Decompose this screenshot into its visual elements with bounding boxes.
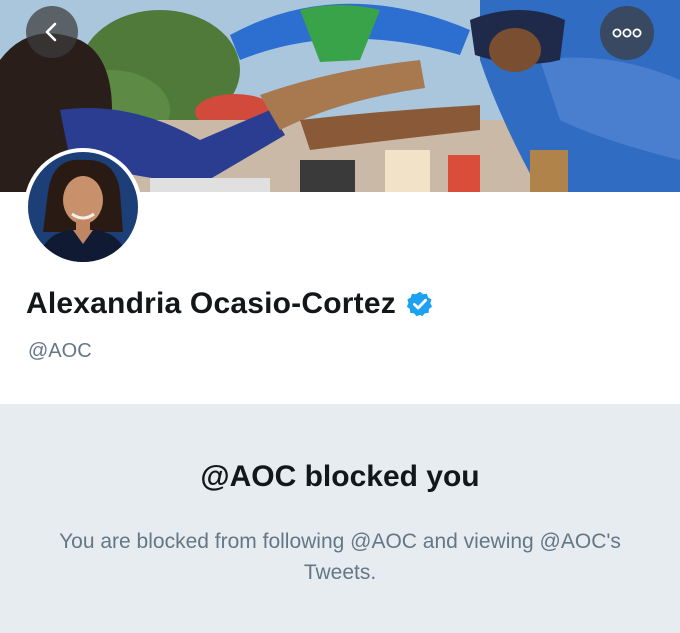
profile-handle: @AOC <box>28 340 92 362</box>
verified-badge-icon <box>406 291 432 317</box>
more-options-button[interactable] <box>600 6 654 60</box>
avatar-frame[interactable] <box>24 148 142 266</box>
blocked-message: You are blocked from following @AOC and … <box>59 530 621 584</box>
profile-name-row: Alexandria Ocasio-Cortez <box>26 287 434 321</box>
more-dots-icon <box>612 28 642 38</box>
back-button[interactable] <box>26 6 78 58</box>
blocked-notice-panel <box>0 404 680 633</box>
blocked-title: @AOC blocked you <box>200 460 480 493</box>
chevron-left-icon <box>45 22 57 42</box>
avatar[interactable] <box>28 152 138 262</box>
display-name: Alexandria Ocasio-Cortez <box>26 287 396 320</box>
avatar-photo <box>28 152 138 262</box>
